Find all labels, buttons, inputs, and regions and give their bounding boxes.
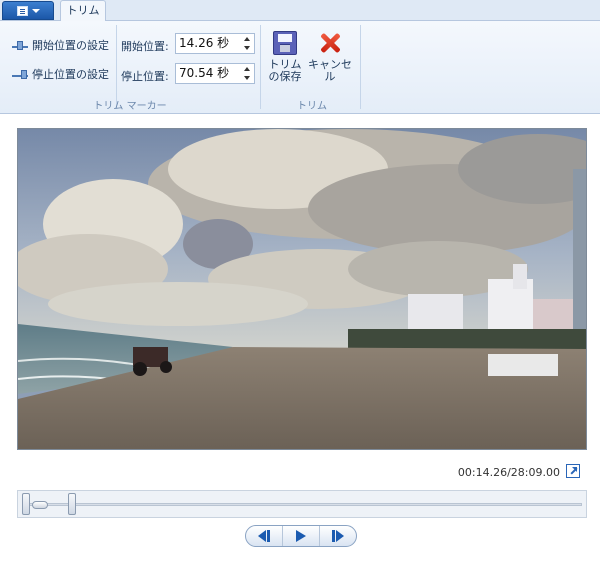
- chevron-down-icon: [31, 8, 40, 13]
- timecode: 00:14.26/28:09.00: [457, 466, 560, 479]
- ribbon-tab-row: トリム: [0, 0, 600, 22]
- chevron-up-icon: [244, 67, 250, 71]
- expand-icon[interactable]: [566, 464, 580, 478]
- ribbon: 開始位置の設定 停止位置の設定 開始位置: 14.26 秒 停止位置: 70.5…: [0, 21, 600, 114]
- trim-marker-group-label: トリム マーカー: [93, 101, 167, 112]
- play-button[interactable]: [283, 526, 320, 546]
- end-trim-handle[interactable]: [68, 493, 76, 515]
- tab-trim[interactable]: トリム: [60, 0, 106, 22]
- trim-marker-start-icon: [12, 40, 28, 50]
- timeline-track: [22, 503, 582, 506]
- app-menu-button[interactable]: [2, 1, 54, 20]
- cancel-button[interactable]: キャンセル: [304, 31, 356, 83]
- end-position-value: 70.54 秒: [179, 66, 230, 80]
- beach-scene-image: [18, 129, 586, 449]
- stepper-arrows[interactable]: [243, 66, 252, 81]
- start-position-stepper[interactable]: 14.26 秒: [175, 33, 255, 54]
- save-trim-button[interactable]: トリムの保存: [263, 31, 307, 83]
- end-position-stepper[interactable]: 70.54 秒: [175, 63, 255, 84]
- trim-group-label: トリム: [297, 101, 327, 112]
- floppy-disk-icon: [273, 31, 297, 55]
- play-icon: [296, 530, 306, 542]
- set-end-label: 停止位置の設定: [32, 68, 109, 81]
- stepper-arrows[interactable]: [243, 36, 252, 51]
- trim-marker-end-icon: [12, 69, 28, 79]
- video-preview[interactable]: [17, 128, 587, 450]
- playback-controls: [245, 525, 357, 547]
- chevron-down-icon: [244, 76, 250, 80]
- set-start-button[interactable]: 開始位置の設定: [12, 37, 109, 53]
- previous-frame-icon: [258, 530, 270, 542]
- red-x-icon: [318, 31, 342, 55]
- previous-frame-button[interactable]: [246, 526, 283, 546]
- start-position-value: 14.26 秒: [179, 36, 230, 50]
- start-position-label: 開始位置:: [121, 40, 169, 53]
- set-start-label: 開始位置の設定: [32, 39, 109, 52]
- next-frame-button[interactable]: [320, 526, 356, 546]
- set-end-button[interactable]: 停止位置の設定: [12, 66, 109, 82]
- start-trim-handle[interactable]: [22, 493, 30, 515]
- save-trim-label: トリムの保存: [268, 58, 302, 83]
- chevron-up-icon: [244, 37, 250, 41]
- group-divider: [260, 25, 261, 109]
- playhead[interactable]: [32, 501, 48, 509]
- group-divider: [360, 25, 361, 109]
- cancel-label: キャンセル: [308, 58, 352, 83]
- document-menu-icon: [16, 5, 28, 16]
- chevron-down-icon: [244, 46, 250, 50]
- end-position-label: 停止位置:: [121, 70, 169, 83]
- next-frame-icon: [332, 530, 344, 542]
- trim-timeline[interactable]: [17, 490, 587, 518]
